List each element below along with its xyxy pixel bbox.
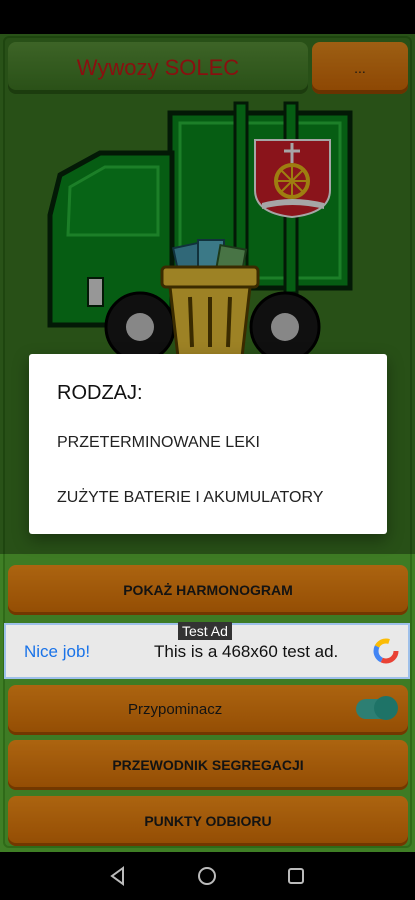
reminder-label: Przypominacz bbox=[128, 701, 223, 718]
ad-text: This is a 468x60 test ad. bbox=[154, 642, 339, 661]
dialog-item-expired-medicines[interactable]: PRZETERMINOWANE LEKI bbox=[57, 434, 260, 452]
show-schedule-button[interactable]: POKAŻ HARMONOGRAM bbox=[8, 565, 408, 615]
collection-points-button[interactable]: PUNKTY ODBIORU bbox=[8, 796, 408, 846]
toggle-knob bbox=[374, 696, 398, 720]
recents-icon[interactable] bbox=[286, 866, 306, 886]
type-dialog: RODZAJ: PRZETERMINOWANE LEKI ZUŻYTE BATE… bbox=[29, 354, 387, 534]
segregation-guide-button[interactable]: PRZEWODNIK SEGREGACJI bbox=[8, 740, 408, 790]
ad-nice-job: Nice job! bbox=[24, 642, 91, 661]
back-icon[interactable] bbox=[108, 866, 128, 886]
dialog-item-used-batteries[interactable]: ZUŻYTE BATERIE I AKUMULATORY bbox=[57, 489, 323, 507]
reminder-toggle[interactable] bbox=[356, 696, 398, 720]
ad-logo-icon bbox=[373, 638, 399, 664]
test-ad-tag: Test Ad bbox=[178, 622, 232, 640]
home-icon[interactable] bbox=[197, 866, 217, 886]
status-bar bbox=[0, 0, 415, 34]
reminder-row: Przypominacz bbox=[8, 685, 408, 735]
navigation-bar bbox=[0, 852, 415, 900]
dialog-title: RODZAJ: bbox=[57, 382, 143, 404]
